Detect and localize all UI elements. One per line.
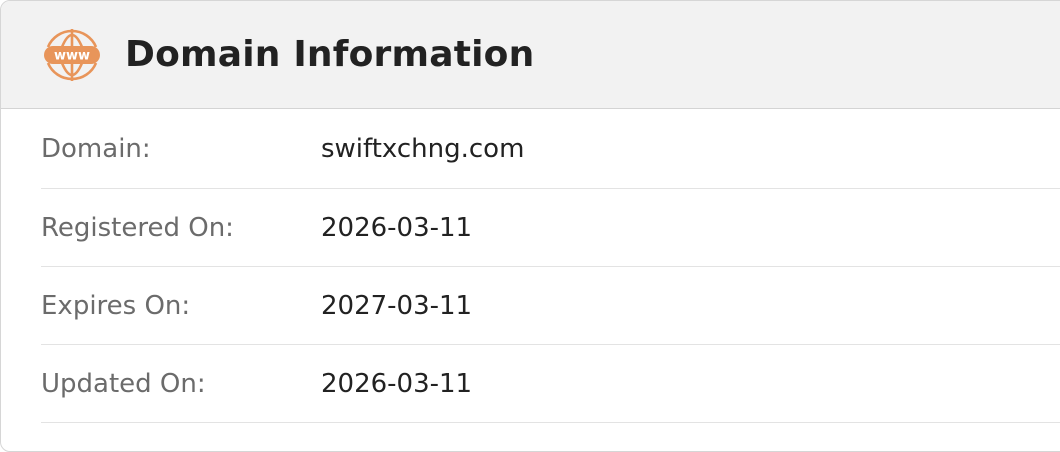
row-label: Expires On: xyxy=(41,290,191,321)
row-value: 2027-03-11 xyxy=(321,290,473,321)
svg-text:www: www xyxy=(54,48,90,63)
domain-info-list: Domain: swiftxchng.com Registered On: 20… xyxy=(1,109,1060,423)
info-row-domain: Domain: swiftxchng.com xyxy=(41,109,1060,189)
row-label: Updated On: xyxy=(41,368,206,399)
row-label: Domain: xyxy=(41,133,151,164)
row-value: 2026-03-11 xyxy=(321,368,473,399)
www-globe-icon: www xyxy=(42,25,102,85)
info-row-expires-on: Expires On: 2027-03-11 xyxy=(41,267,1060,345)
info-row-registered-on: Registered On: 2026-03-11 xyxy=(41,189,1060,267)
card-title: Domain Information xyxy=(125,34,535,75)
row-label: Registered On: xyxy=(41,212,234,243)
card-header: www Domain Information xyxy=(1,1,1060,109)
domain-information-card: www Domain Information Domain: swiftxchn… xyxy=(0,0,1060,452)
row-value: swiftxchng.com xyxy=(321,133,525,164)
info-row-updated-on: Updated On: 2026-03-11 xyxy=(41,345,1060,423)
row-value: 2026-03-11 xyxy=(321,212,473,243)
